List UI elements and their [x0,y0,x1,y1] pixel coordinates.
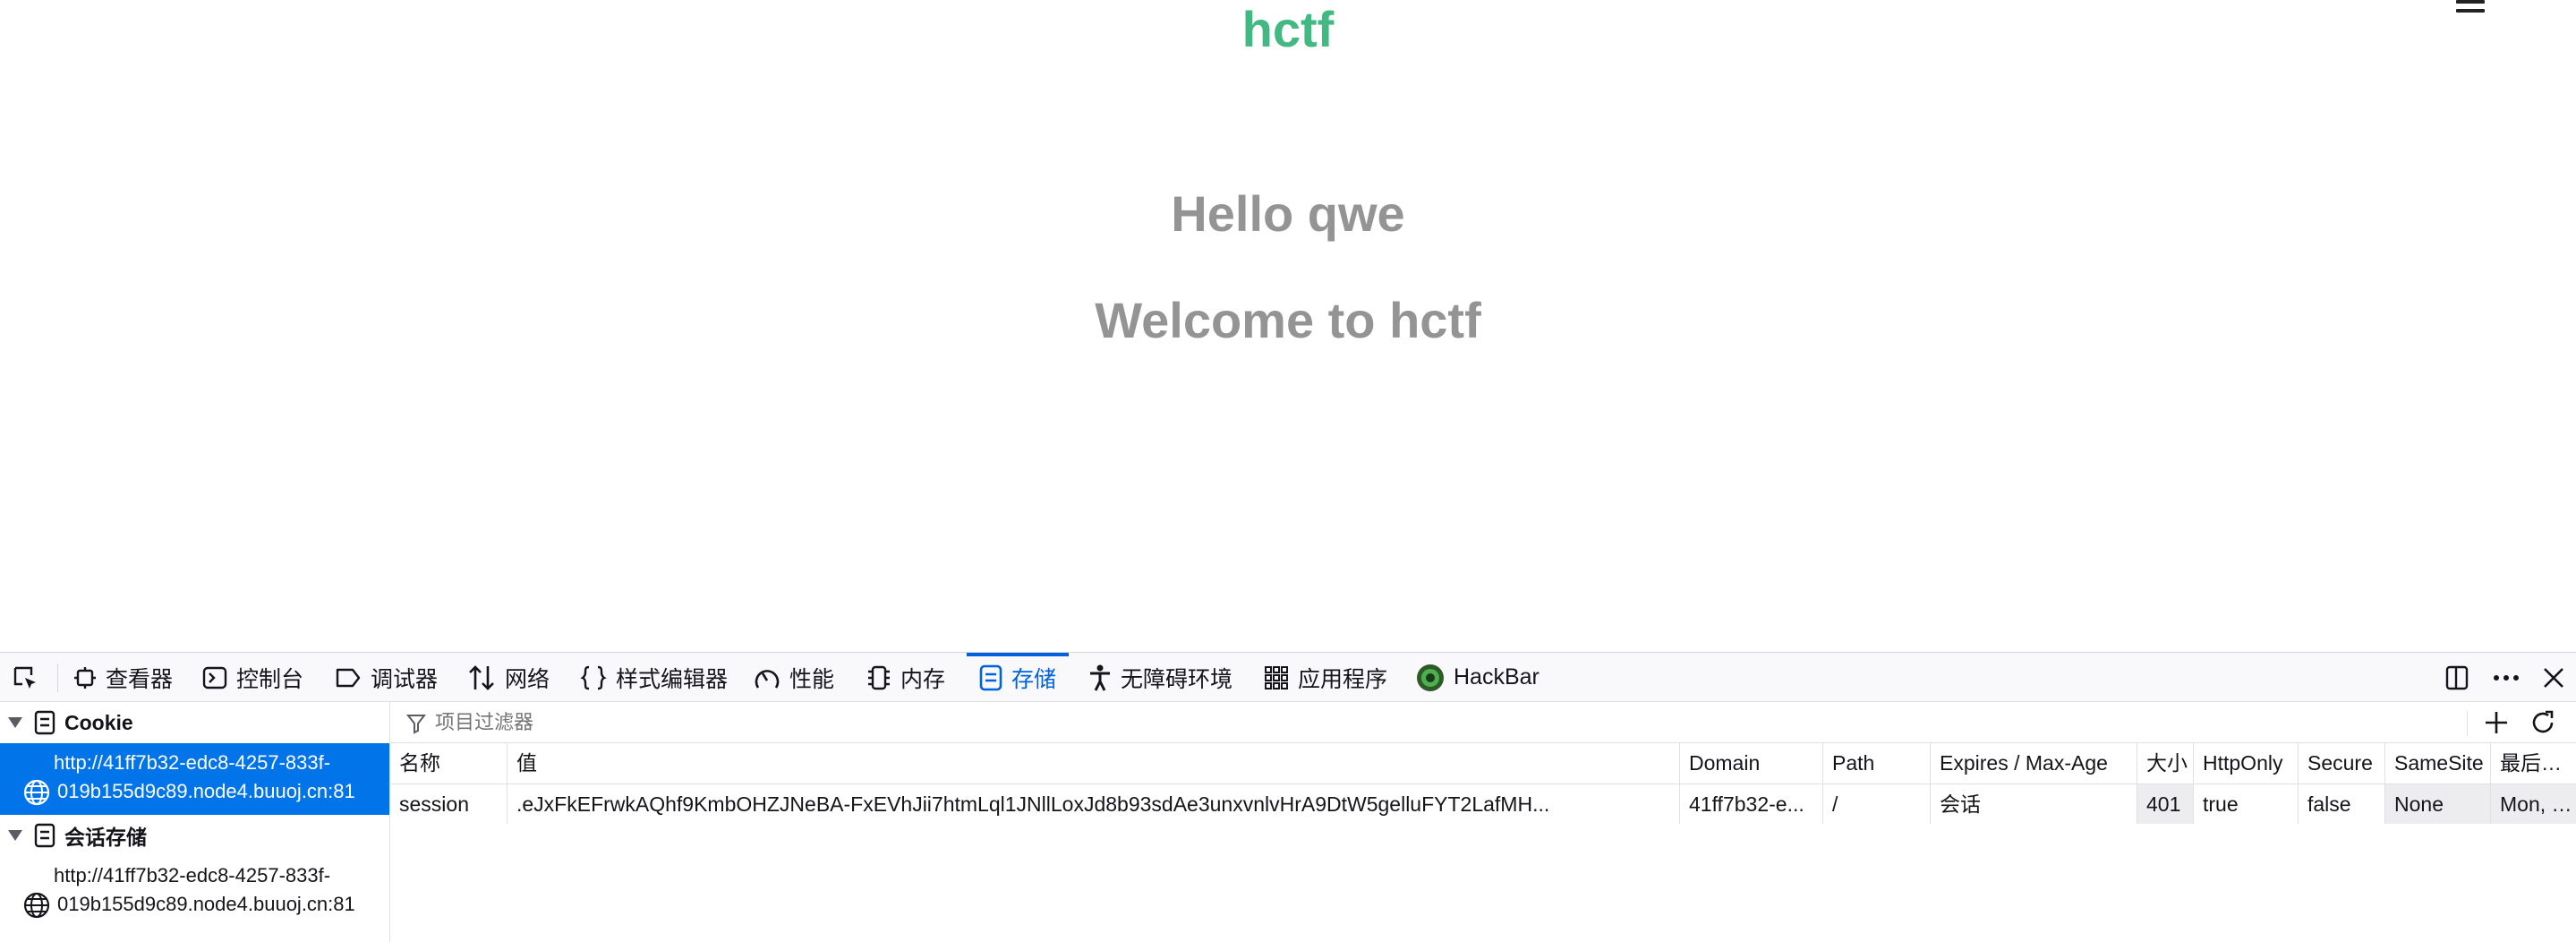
memory-icon [868,665,890,689]
tab-label: 控制台 [236,666,304,692]
cell-last-accessed[interactable]: Mon, 18 Jul 2022 ... [2491,784,2576,824]
tab-label: HackBar [1454,664,1540,689]
tab-application[interactable]: 应用程序 [1264,653,1387,702]
tree-group-label: 会话存储 [64,826,147,849]
cell-secure[interactable]: false [2299,784,2385,824]
globe-icon [23,892,50,919]
column-header-expires[interactable]: Expires / Max-Age [1931,743,2137,784]
hello-heading: Hello qwe [1171,185,1405,242]
application-icon [1265,665,1288,689]
column-header-last-accessed[interactable]: 最后访问 [2491,743,2576,784]
column-header-path[interactable]: Path [1823,743,1931,784]
host-line-1: http://41ff7b32-edc8-4257-833f- [54,751,331,774]
column-header-secure[interactable]: Secure [2299,743,2385,784]
tab-label: 内存 [900,666,946,692]
filter-input[interactable] [435,702,1151,743]
storage-icon [34,823,55,848]
refresh-icon[interactable] [2529,709,2556,741]
welcome-heading: Welcome to hctf [1095,292,1481,348]
debugger-icon [336,668,361,687]
tab-accessibility[interactable]: 无障碍环境 [1088,653,1233,702]
inspector-icon [74,666,96,689]
storage-icon [34,710,55,735]
more-options-icon[interactable] [2492,664,2521,696]
filter-bar [390,702,2576,743]
tab-memory[interactable]: 内存 [866,653,945,702]
tab-label: 网络 [505,666,550,692]
column-header-samesite[interactable]: SameSite [2385,743,2491,784]
cell-value[interactable]: .eJxFkEFrwkAQhf9KmbOHZJNeBA-FxEVhJii7htm… [508,784,1680,824]
tab-label: 应用程序 [1298,666,1388,692]
storage-sidebar: Cookie http://41ff7b32-edc8-4257-833f- 0… [0,702,390,942]
close-devtools-icon[interactable] [2540,664,2567,696]
host-line-2: 019b155d9c89.node4.buuoj.cn:81 [57,893,355,915]
column-header-domain[interactable]: Domain [1680,743,1823,784]
host-line-2: 019b155d9c89.node4.buuoj.cn:81 [57,780,355,802]
tab-style-editor[interactable]: 样式编辑器 [580,653,728,702]
cell-size[interactable]: 401 [2137,784,2194,824]
toolbar-separator [57,664,58,692]
tab-console[interactable]: 控制台 [202,653,303,702]
tab-hackbar[interactable]: HackBar [1416,653,1540,702]
tab-label: 样式编辑器 [616,666,729,692]
console-icon [202,666,227,689]
tree-item-session-host[interactable]: http://41ff7b32-edc8-4257-833f- 019b155d… [0,856,389,928]
table-row[interactable]: session .eJxFkEFrwkAQhf9KmbOHZJNeBA-FxEV… [390,784,2576,824]
performance-icon [755,669,780,689]
filter-icon [406,715,426,734]
column-header-size[interactable]: 大小 [2137,743,2194,784]
tab-storage[interactable]: 存储 [966,653,1070,702]
cell-name[interactable]: session [390,784,508,824]
element-picker-icon[interactable] [13,665,39,697]
filter-separator [2467,711,2468,736]
devtools-panel: 查看器 控制台 调试器 网络 样式编辑器 性能 内存 存储 无障碍环境 应用程序… [0,652,2576,942]
table-header: 名称 值 Domain Path Expires / Max-Age 大小 Ht… [390,743,2576,784]
expand-triangle-icon[interactable] [7,829,23,842]
tab-label: 性能 [789,666,835,692]
storage-icon [979,664,1002,690]
add-item-icon[interactable] [2483,709,2510,741]
site-title[interactable]: hctf [0,0,2576,59]
globe-icon [23,779,50,806]
column-header-value[interactable]: 值 [508,743,1680,784]
tree-group-session-storage[interactable]: 会话存储 [0,815,390,856]
expand-triangle-icon[interactable] [7,716,23,729]
devtools-toolbar: 查看器 控制台 调试器 网络 样式编辑器 性能 内存 存储 无障碍环境 应用程序… [0,652,2576,702]
hamburger-menu-icon[interactable] [2456,0,2485,13]
tab-label: 调试器 [371,666,439,692]
hackbar-icon [1417,664,1444,691]
style-editor-icon [580,665,607,689]
tab-network[interactable]: 网络 [467,653,550,702]
tab-debugger[interactable]: 调试器 [335,653,438,702]
cell-domain[interactable]: 41ff7b32-e... [1680,784,1823,824]
tree-item-cookie-host[interactable]: http://41ff7b32-edc8-4257-833f- 019b155d… [0,743,389,815]
cookie-table: 名称 值 Domain Path Expires / Max-Age 大小 Ht… [390,743,2576,942]
cell-samesite[interactable]: None [2385,784,2491,824]
tab-label: 无障碍环境 [1121,666,1233,692]
page-viewport: hctf Hello qwe Welcome to hctf [0,0,2576,652]
tab-performance[interactable]: 性能 [754,653,834,702]
tab-inspector[interactable]: 查看器 [73,653,173,702]
tree-group-label: Cookie [64,710,133,734]
dock-side-icon[interactable] [2444,664,2470,696]
cell-expires[interactable]: 会话 [1931,784,2137,824]
column-header-name[interactable]: 名称 [390,743,508,784]
column-header-httponly[interactable]: HttpOnly [2194,743,2299,784]
tree-group-cookie[interactable]: Cookie [0,702,390,743]
tab-label: 查看器 [106,666,174,692]
tab-label: 存储 [1011,666,1057,692]
host-line-1: http://41ff7b32-edc8-4257-833f- [54,864,331,886]
network-icon [469,664,494,690]
cell-httponly[interactable]: true [2194,784,2299,824]
accessibility-icon [1090,664,1110,691]
cell-path[interactable]: / [1823,784,1931,824]
